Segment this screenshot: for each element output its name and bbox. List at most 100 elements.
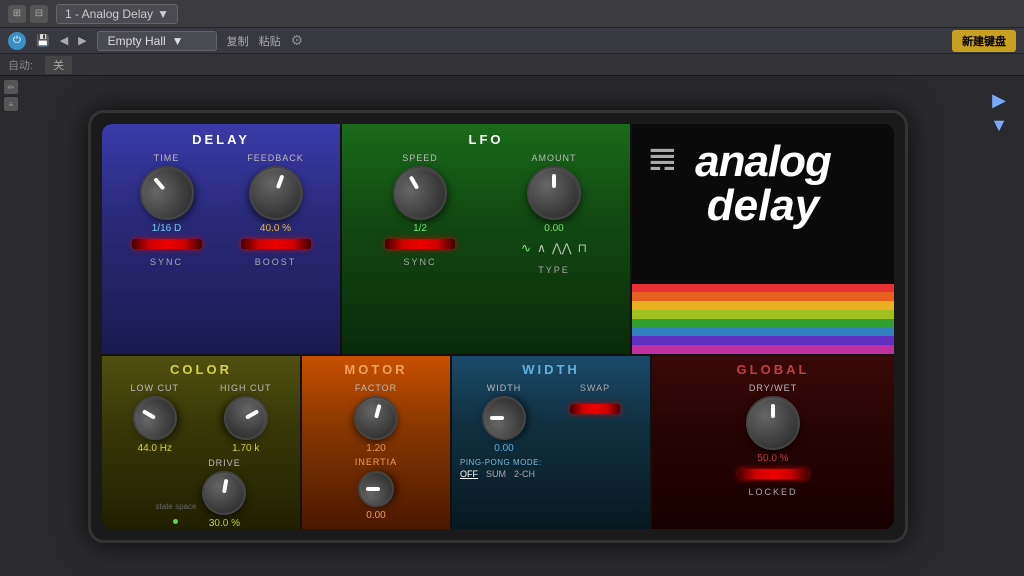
scroll-right-icon[interactable]: ▶ bbox=[992, 90, 1006, 111]
color-drive-group: DRIVE 30.0 % bbox=[202, 458, 246, 529]
color-panel: COLOR LOW CUT 44.0 Hz HIGH CUT 1.70 k bbox=[102, 354, 302, 529]
rainbow-stripe bbox=[632, 284, 894, 293]
ping-pong-row: PING-PONG MODE: bbox=[460, 458, 642, 467]
motor-factor-label: FACTOR bbox=[355, 383, 397, 393]
width-width-knob[interactable] bbox=[482, 396, 526, 440]
global-locked-label: LOCKED bbox=[748, 487, 797, 497]
third-bar: 自动: 关 bbox=[0, 54, 1024, 76]
global-drywet-value: 50.0 % bbox=[757, 453, 788, 464]
lfo-type-sine[interactable]: ∿ bbox=[521, 241, 531, 255]
logo-text-block: analog delay bbox=[695, 140, 831, 228]
save-icon[interactable]: 💾 bbox=[36, 34, 50, 47]
lfo-type-square[interactable]: ⊓ bbox=[578, 241, 587, 255]
paste-button[interactable]: 粘贴 bbox=[259, 33, 281, 49]
lfo-amount-group: AMOUNT 0.00 ∿ ∧ ⋀⋀ ⊓ TYPE bbox=[521, 153, 587, 275]
sidebar-icon-2[interactable]: ≡ bbox=[4, 97, 18, 111]
preset-selector[interactable]: Empty Hall ▼ bbox=[97, 31, 217, 51]
delay-feedback-knob[interactable] bbox=[241, 158, 310, 227]
delay-time-knob[interactable] bbox=[128, 154, 204, 230]
rainbow-stripe bbox=[632, 301, 894, 310]
color-lowcut-label: LOW CUT bbox=[131, 383, 180, 393]
lfo-sync-label: SYNC bbox=[404, 257, 437, 267]
color-drive-label: DRIVE bbox=[208, 458, 241, 468]
motor-inertia-label: INERTIA bbox=[355, 457, 397, 467]
arrow-right[interactable]: ▶ bbox=[78, 34, 86, 47]
lfo-type-tri[interactable]: ∧ bbox=[537, 241, 546, 255]
color-highcut-knob[interactable] bbox=[216, 387, 276, 447]
width-title: WIDTH bbox=[460, 362, 642, 377]
rainbow-stripes bbox=[632, 284, 894, 354]
motor-inertia-value: 0.00 bbox=[366, 510, 385, 521]
color-highcut-value: 1.70 k bbox=[232, 443, 259, 454]
copy-button[interactable]: 复制 bbox=[227, 33, 249, 49]
global-drywet-group: DRY/WET 50.0 % LOCKED bbox=[738, 383, 808, 497]
nav-icon-1[interactable]: ⊞ bbox=[8, 5, 26, 23]
delay-feedback-value: 40.0 % bbox=[260, 223, 291, 234]
settings-icon[interactable]: ⚙ bbox=[291, 32, 304, 49]
delay-sync-label: SYNC bbox=[150, 257, 183, 267]
rainbow-stripe bbox=[632, 345, 894, 354]
delay-time-value: 1/16 D bbox=[152, 223, 181, 234]
lfo-amount-label: AMOUNT bbox=[532, 153, 577, 163]
width-swap-label: SWAP bbox=[580, 383, 610, 393]
auto-off-button[interactable]: 关 bbox=[45, 56, 72, 74]
left-sidebar: ✏ ≡ bbox=[0, 76, 22, 576]
lfo-type-saw[interactable]: ⋀⋀ bbox=[552, 241, 572, 255]
top-section: DELAY TIME 1/16 D SYNC FEEDBACK bbox=[102, 124, 894, 354]
lfo-panel: LFO SPEED 1/2 SYNC AMOUNT bbox=[342, 124, 632, 354]
nav-icon-2[interactable]: ⊟ bbox=[30, 5, 48, 23]
lfo-amount-knob[interactable] bbox=[527, 166, 581, 220]
track-label-text: 1 - Analog Delay bbox=[65, 7, 153, 21]
analog-delay-plugin: DELAY TIME 1/16 D SYNC FEEDBACK bbox=[88, 110, 908, 543]
color-lowcut-knob[interactable] bbox=[125, 387, 185, 447]
lfo-speed-knob[interactable] bbox=[383, 156, 457, 230]
ping-pong-2ch[interactable]: 2-CH bbox=[514, 469, 535, 479]
top-bar: ⊞ ⊟ 1 - Analog Delay ▼ bbox=[0, 0, 1024, 28]
new-keyboard-button[interactable]: 新建键盘 bbox=[952, 30, 1016, 52]
arrow-left[interactable]: ◀ bbox=[60, 34, 68, 47]
lfo-amount-value: 0.00 bbox=[544, 223, 563, 234]
width-panel: WIDTH WIDTH 0.00 SWAP bbox=[452, 354, 652, 529]
color-lowcut-value: 44.0 Hz bbox=[138, 443, 172, 454]
lfo-knob-row: SPEED 1/2 SYNC AMOUNT 0.00 bbox=[352, 153, 620, 275]
sidebar-icon-1[interactable]: ✏ bbox=[4, 80, 18, 94]
rainbow-stripe bbox=[632, 327, 894, 336]
motor-inertia-knob[interactable] bbox=[358, 471, 394, 507]
color-title: COLOR bbox=[110, 362, 292, 377]
color-drive-knob[interactable] bbox=[199, 467, 250, 518]
motor-panel: MOTOR FACTOR 1.20 INERTIA 0.00 bbox=[302, 354, 452, 529]
motor-title: MOTOR bbox=[310, 362, 442, 377]
lfo-speed-value: 1/2 bbox=[413, 223, 427, 234]
state-space-dot bbox=[173, 519, 178, 524]
color-highcut-label: HIGH CUT bbox=[220, 383, 272, 393]
motor-inertia-group: 0.00 bbox=[310, 471, 442, 521]
lfo-type-icons: ∿ ∧ ⋀⋀ ⊓ bbox=[521, 241, 587, 255]
auto-label: 自动: bbox=[8, 57, 33, 73]
delay-boost-label: BOOST bbox=[255, 257, 297, 267]
lfo-speed-group: SPEED 1/2 SYNC bbox=[385, 153, 455, 267]
logo-line1: analog bbox=[695, 140, 831, 184]
ping-pong-off[interactable]: OFF bbox=[460, 469, 478, 479]
delay-boost-led bbox=[241, 239, 311, 249]
delay-title: DELAY bbox=[112, 132, 330, 147]
power-button[interactable]: ⏻ bbox=[8, 32, 26, 50]
width-top-row: WIDTH 0.00 SWAP bbox=[460, 383, 642, 454]
track-selector[interactable]: 1 - Analog Delay ▼ bbox=[56, 4, 178, 24]
global-knob-row: DRY/WET 50.0 % LOCKED bbox=[660, 383, 886, 497]
global-drywet-knob[interactable] bbox=[746, 396, 800, 450]
lfo-type-label: TYPE bbox=[538, 265, 570, 275]
logo-line2: delay bbox=[695, 184, 831, 228]
delay-knob-row: TIME 1/16 D SYNC FEEDBACK 40.0 % bbox=[112, 153, 330, 267]
bottom-section: COLOR LOW CUT 44.0 Hz HIGH CUT 1.70 k bbox=[102, 354, 894, 529]
plugin-wrapper: DELAY TIME 1/16 D SYNC FEEDBACK bbox=[22, 76, 974, 576]
ping-pong-options-row: OFF SUM 2-CH bbox=[460, 469, 642, 479]
motor-factor-knob[interactable] bbox=[349, 391, 403, 445]
global-panel: GLOBAL DRY/WET 50.0 % LOCKED bbox=[652, 354, 894, 529]
delay-panel: DELAY TIME 1/16 D SYNC FEEDBACK bbox=[102, 124, 342, 354]
rainbow-stripe bbox=[632, 336, 894, 345]
scroll-down-icon[interactable]: ▼ bbox=[990, 115, 1008, 136]
ping-pong-sum[interactable]: SUM bbox=[486, 469, 506, 479]
logo-panel: 𝌇 analog delay bbox=[632, 124, 894, 354]
preset-name: Empty Hall bbox=[108, 34, 166, 48]
rainbow-stripe bbox=[632, 292, 894, 301]
